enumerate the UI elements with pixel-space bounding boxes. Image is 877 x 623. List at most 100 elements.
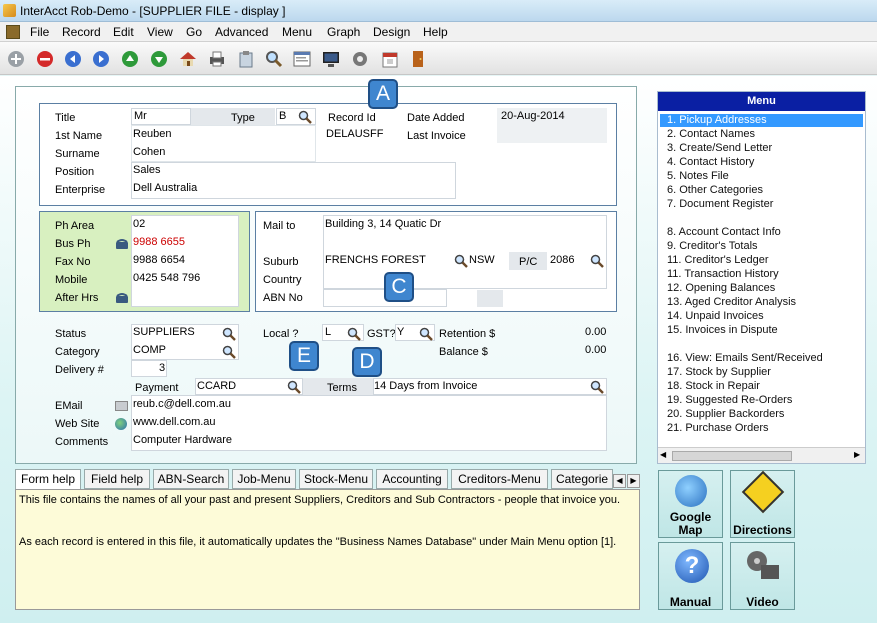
enterprise-label: Enterprise — [55, 184, 106, 196]
tab-scroll-left-icon[interactable]: ◀ — [613, 474, 626, 488]
gst-search-icon[interactable] — [419, 327, 433, 341]
status-search-icon[interactable] — [222, 327, 236, 341]
tab-job-menu[interactable]: Job-Menu — [232, 469, 296, 489]
category-label: Category — [55, 346, 100, 358]
delete-icon[interactable] — [36, 50, 54, 68]
menu-item[interactable]: 12. Opening Balances — [667, 282, 775, 294]
tab-abn-search[interactable]: ABN-Search — [153, 469, 229, 489]
menu-graph[interactable]: Graph — [327, 25, 360, 39]
phone-icon[interactable] — [115, 292, 129, 304]
type-search-icon[interactable] — [298, 110, 312, 124]
menu-item[interactable]: 1. Pickup Addresses — [667, 114, 767, 126]
next-icon[interactable] — [92, 50, 110, 68]
ph-area-label: Ph Area — [55, 220, 95, 232]
clipboard-icon[interactable] — [237, 50, 255, 68]
tab-accounting[interactable]: Accounting — [376, 469, 448, 489]
tab-field-help[interactable]: Field help — [84, 469, 150, 489]
menu-item[interactable]: 5. Notes File — [667, 170, 729, 182]
down-icon[interactable] — [150, 50, 168, 68]
globe-map-icon — [675, 475, 707, 507]
menu-advanced[interactable]: Advanced — [215, 25, 268, 39]
type-value: B — [279, 110, 287, 122]
menu-item[interactable]: 2. Contact Names — [667, 128, 755, 140]
local-value: L — [325, 326, 332, 338]
balance-label: Balance $ — [439, 346, 488, 358]
email-value: reub.c@dell.com.au — [133, 398, 231, 410]
home-icon[interactable] — [179, 50, 197, 68]
local-search-icon[interactable] — [347, 327, 361, 341]
menu-item[interactable]: 14. Unpaid Invoices — [667, 310, 764, 322]
directions-button[interactable]: Directions — [730, 470, 795, 538]
menu-item[interactable]: 11. Transaction History — [667, 268, 779, 280]
menu-item[interactable]: 6. Other Categories — [667, 184, 763, 196]
phone-icon[interactable] — [115, 238, 129, 250]
monitor-icon[interactable] — [322, 50, 340, 68]
search-icon[interactable] — [265, 50, 283, 68]
tab-form-help[interactable]: Form help — [15, 469, 81, 491]
menu-file[interactable]: File — [30, 25, 49, 39]
scroll-left-icon[interactable]: ◀ — [660, 450, 666, 459]
tab-categories[interactable]: Categorie — [551, 469, 613, 489]
app-menu-icon[interactable] — [6, 25, 20, 39]
delivery-label: Delivery # — [55, 364, 104, 376]
google-map-button[interactable]: Google Map — [658, 470, 723, 538]
scroll-right-icon[interactable]: ▶ — [854, 450, 860, 459]
settings-icon[interactable] — [351, 50, 369, 68]
tab-stock-menu[interactable]: Stock-Menu — [299, 469, 373, 489]
calendar-icon[interactable] — [381, 50, 399, 68]
menu-help[interactable]: Help — [423, 25, 448, 39]
video-button[interactable]: Video — [730, 542, 795, 610]
category-search-icon[interactable] — [222, 345, 236, 359]
terms-search-icon[interactable] — [590, 380, 604, 394]
suburb-search-icon[interactable] — [454, 254, 468, 268]
postcode-search-icon[interactable] — [590, 254, 604, 268]
menu-item[interactable]: 15. Invoices in Dispute — [667, 324, 778, 336]
menu-item[interactable]: 9. Creditor's Totals — [667, 240, 758, 252]
balance-value: 0.00 — [585, 344, 607, 356]
up-icon[interactable] — [121, 50, 139, 68]
menu-edit[interactable]: Edit — [113, 25, 134, 39]
menu-item[interactable]: 3. Create/Send Letter — [667, 142, 772, 154]
surname-label: Surname — [55, 148, 100, 160]
menu-item[interactable]: 19. Suggested Re-Orders — [667, 394, 792, 406]
menu-item[interactable]: 11. Creditor's Ledger — [667, 254, 769, 266]
menu-menu[interactable]: Menu — [282, 25, 312, 39]
menu-item[interactable]: 20. Supplier Backorders — [667, 408, 784, 420]
menu-go[interactable]: Go — [186, 25, 202, 39]
menu-item[interactable]: 8. Account Contact Info — [667, 226, 781, 238]
tab-creditors-menu[interactable]: Creditors-Menu — [451, 469, 548, 489]
scroll-thumb[interactable] — [672, 451, 792, 461]
suburb-label: Suburb — [263, 256, 299, 268]
menu-horizontal-scrollbar[interactable]: ◀ ▶ — [658, 447, 865, 463]
menu-item[interactable]: 4. Contact History — [667, 156, 754, 168]
title-field[interactable]: Mr — [131, 108, 191, 125]
exit-door-icon[interactable] — [409, 50, 427, 68]
record-id-label: Record Id — [328, 112, 376, 124]
tab-scroll-right-icon[interactable]: ▶ — [627, 474, 640, 488]
menu-item[interactable]: 13. Aged Creditor Analysis — [667, 296, 796, 308]
add-icon[interactable] — [7, 50, 25, 68]
menu-item[interactable]: 7. Document Register — [667, 198, 773, 210]
previous-icon[interactable] — [64, 50, 82, 68]
globe-icon[interactable] — [115, 418, 127, 430]
ph-area-value: 02 — [133, 218, 146, 230]
menu-view[interactable]: View — [147, 25, 173, 39]
menu-item[interactable]: 17. Stock by Supplier — [667, 366, 771, 378]
enterprise-value: Dell Australia — [133, 182, 198, 194]
print-icon[interactable] — [208, 50, 226, 68]
menu-item[interactable]: 21. Purchase Orders — [667, 422, 769, 434]
menu-record[interactable]: Record — [62, 25, 101, 39]
local-label: Local ? — [263, 328, 299, 340]
menu-design[interactable]: Design — [373, 25, 410, 39]
state-value: NSW — [469, 254, 495, 266]
payment-search-icon[interactable] — [287, 380, 301, 394]
email-icon[interactable] — [115, 401, 128, 411]
form-icon[interactable] — [293, 50, 311, 68]
menu-item[interactable]: 16. View: Emails Sent/Received — [667, 352, 823, 364]
window-title: InterAcct Rob-Demo - [SUPPLIER FILE - di… — [20, 4, 286, 18]
position-label: Position — [55, 166, 95, 178]
manual-button[interactable]: ? Manual — [658, 542, 723, 610]
abn-label: ABN No — [263, 292, 303, 304]
menu-item[interactable]: 18. Stock in Repair — [667, 380, 760, 392]
mail-to-label: Mail to — [263, 220, 296, 232]
